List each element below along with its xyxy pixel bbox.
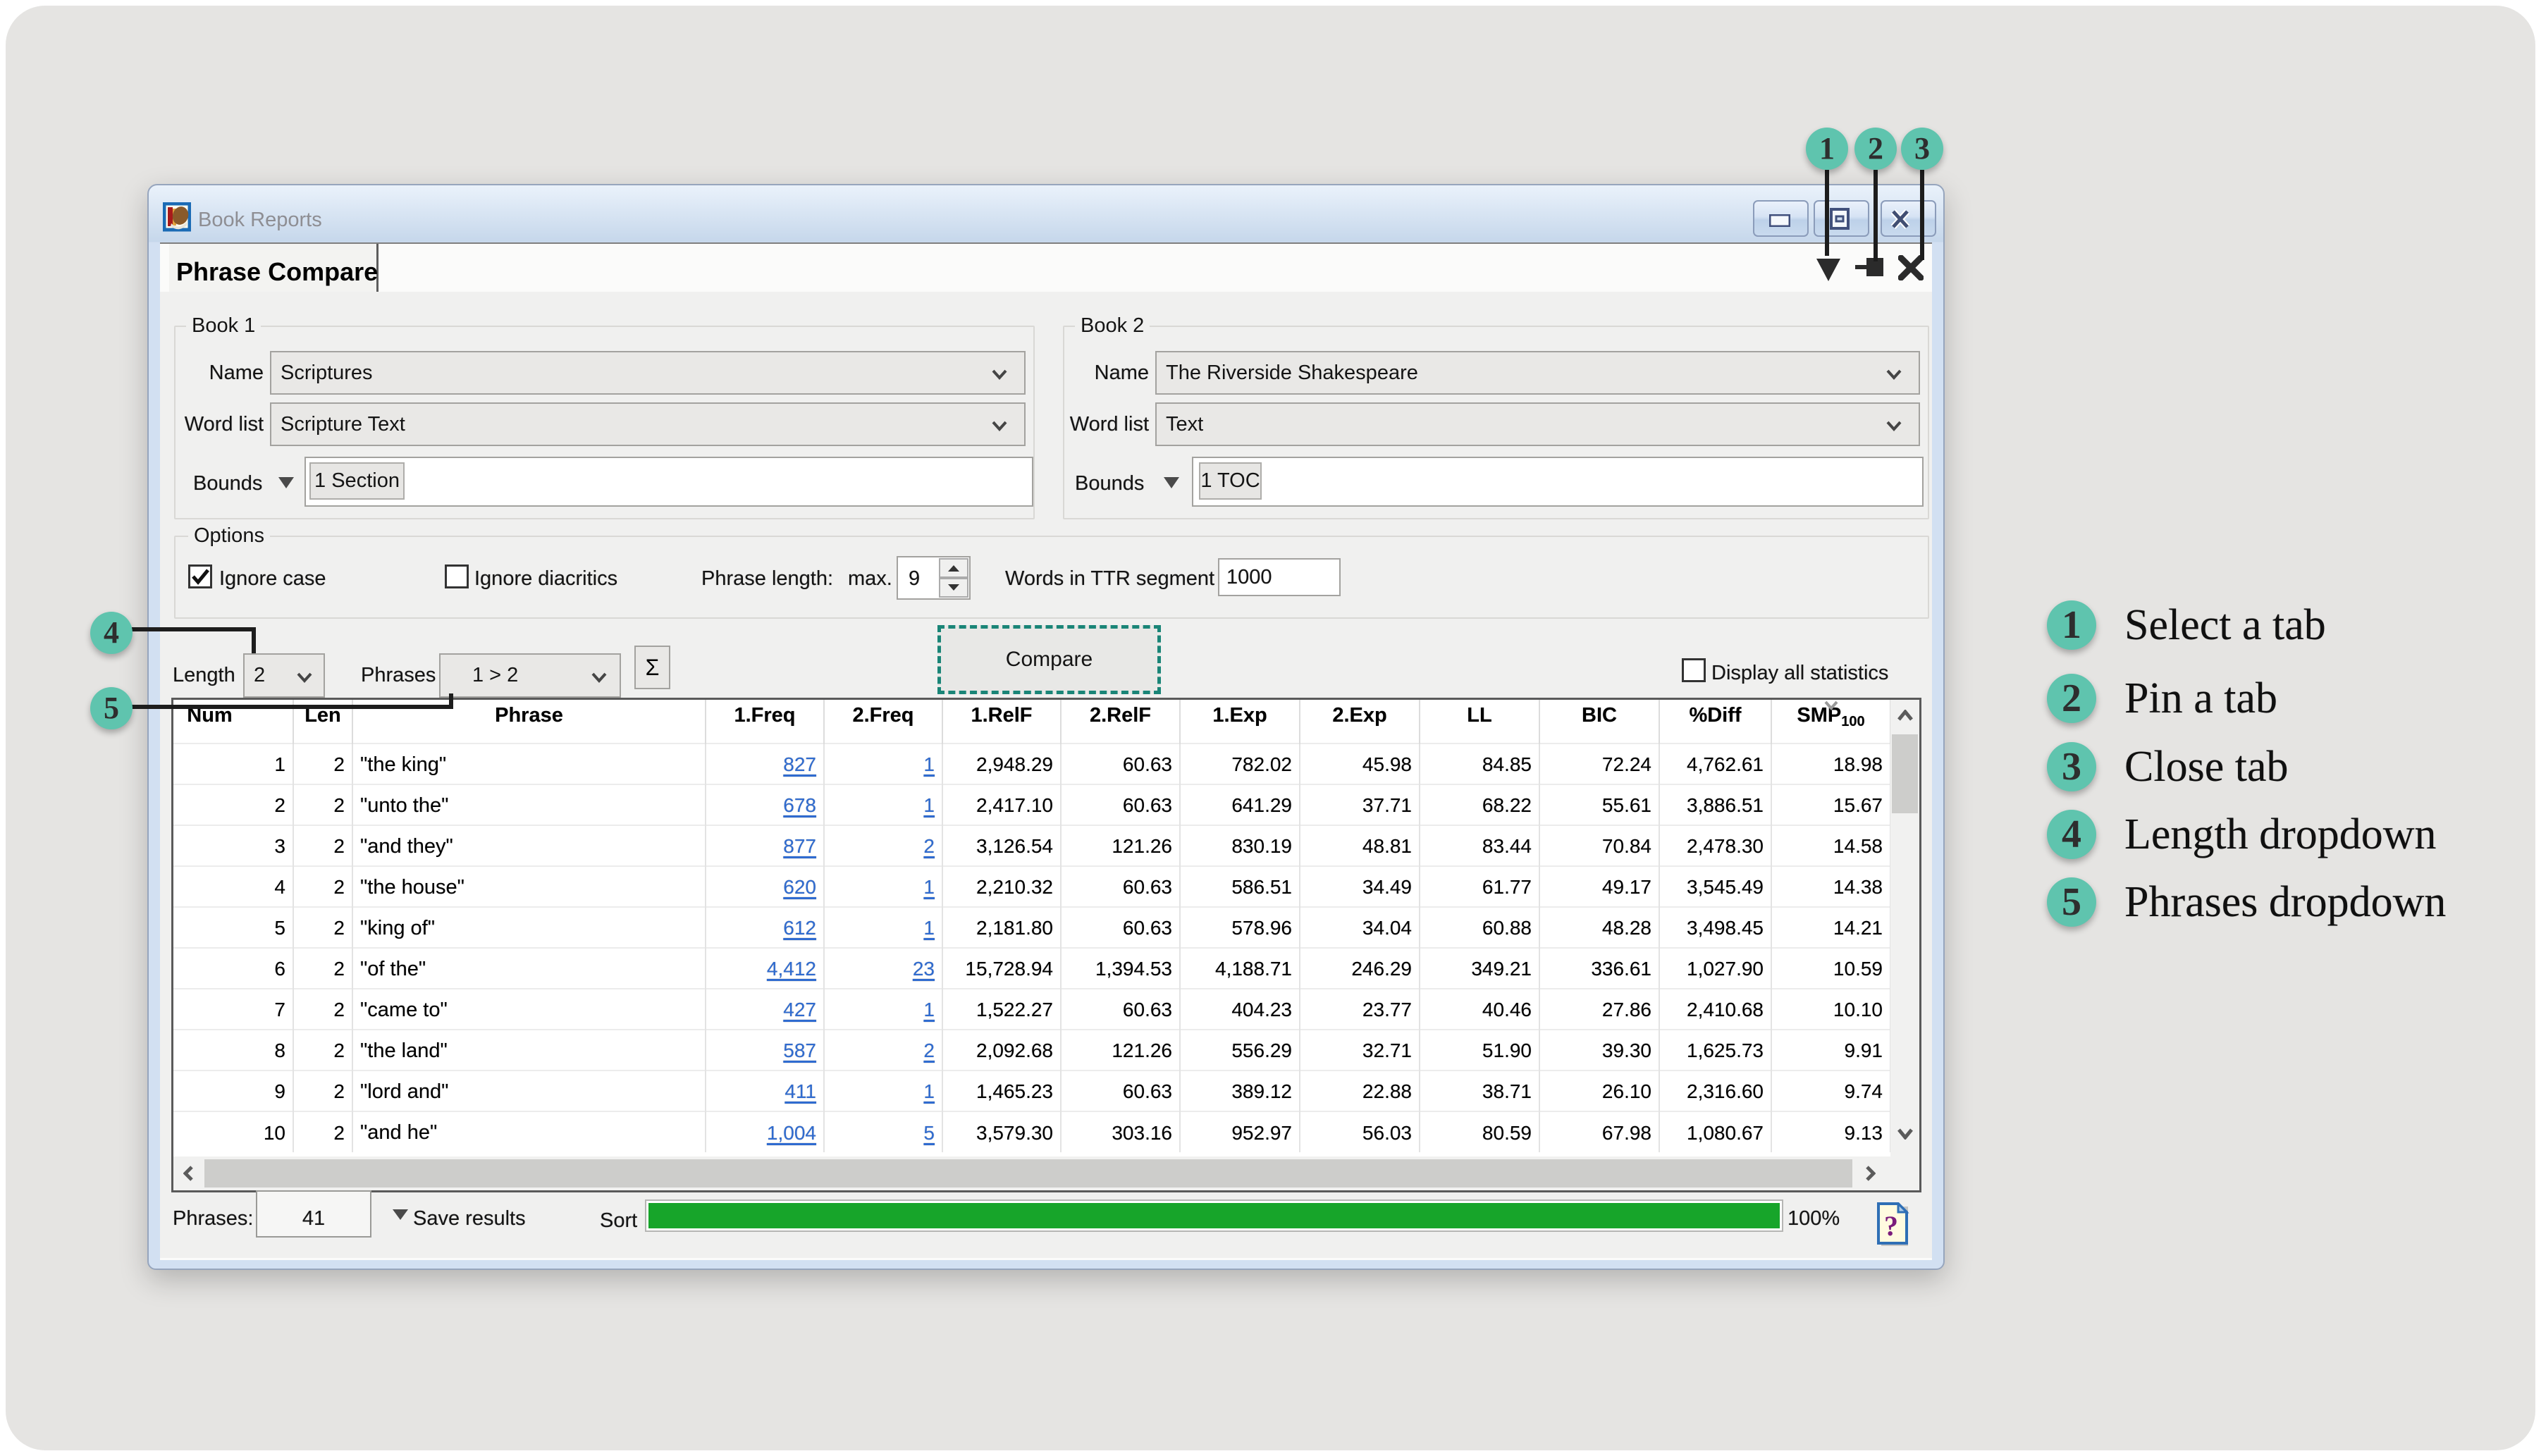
svg-text:?: ?: [1884, 1210, 1898, 1242]
